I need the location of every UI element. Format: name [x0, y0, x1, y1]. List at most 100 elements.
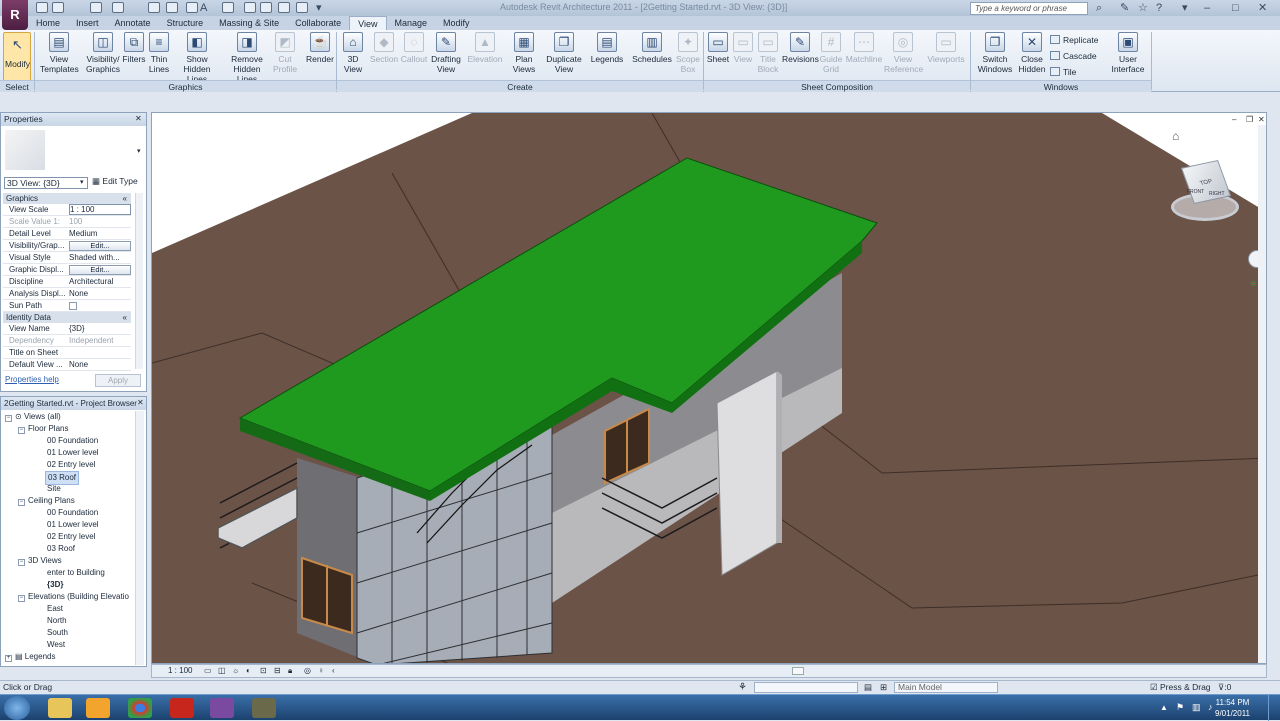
tree-node-ceiling-plans[interactable]: − Ceiling Plans	[18, 495, 75, 507]
start-button[interactable]	[4, 696, 30, 720]
title-block-button[interactable]: ▭ Title Block	[756, 32, 780, 74]
tree-item-elevation[interactable]: East	[47, 603, 63, 615]
cascade-button[interactable]: Cascade	[1050, 51, 1097, 61]
section-button[interactable]: ◆ Section	[369, 32, 399, 64]
minimize-icon[interactable]: –	[1204, 2, 1210, 14]
detail-level-value[interactable]: Medium	[69, 228, 131, 240]
matchline-button[interactable]: ⋯ Matchline	[845, 32, 883, 64]
tree-node-legends[interactable]: + ▤ Legends	[5, 651, 55, 663]
media-player-icon[interactable]	[86, 698, 110, 718]
volume-icon[interactable]: ♪	[1208, 702, 1213, 712]
tab-collaborate[interactable]: Collaborate	[287, 16, 349, 30]
thin-lines-button[interactable]: ≡ Thin Lines	[147, 32, 171, 74]
open-icon[interactable]	[36, 2, 48, 13]
horizontal-scroll-thumb[interactable]	[792, 667, 804, 675]
guide-grid-button[interactable]: # Guide Grid	[819, 32, 843, 74]
tree-item-ceiling-plan[interactable]: 00 Foundation	[47, 507, 98, 519]
close-hidden-button[interactable]: ✕ Close Hidden	[1017, 32, 1047, 74]
network-icon[interactable]: ▥	[1192, 702, 1201, 713]
sun-path-checkbox[interactable]	[69, 302, 77, 310]
properties-scrollbar[interactable]	[135, 193, 143, 369]
tab-modify[interactable]: Modify	[435, 16, 478, 30]
replicate-button[interactable]: Replicate	[1050, 35, 1098, 45]
graphic-display-edit-button[interactable]: Edit...	[69, 265, 131, 275]
home-icon[interactable]: ⌂	[1172, 129, 1179, 143]
view-scale-field[interactable]: 1 : 100	[69, 204, 131, 215]
tree-item-floor-plan[interactable]: 00 Foundation	[47, 435, 98, 447]
redo-icon[interactable]	[112, 2, 124, 13]
visibility-edit-button[interactable]: Edit...	[69, 241, 131, 251]
workset-dropdown[interactable]	[754, 682, 858, 693]
render-button[interactable]: ☕ Render	[304, 32, 336, 64]
viewports-button[interactable]: ▭ Viewports	[926, 32, 966, 64]
help-icon[interactable]: ?	[1156, 2, 1162, 14]
tab-structure[interactable]: Structure	[159, 16, 212, 30]
chevron-down-icon[interactable]: ▾	[137, 147, 141, 155]
revisions-button[interactable]: ✎ Revisions	[782, 32, 819, 64]
view-templates-button[interactable]: ▤ View Templates	[40, 32, 79, 74]
view-scale-control[interactable]: 1 : 100	[168, 665, 192, 677]
analysis-display-value[interactable]: None	[69, 288, 131, 300]
editable-only-icon[interactable]: ▤	[864, 681, 872, 694]
communication-center-icon[interactable]: ✎	[1120, 2, 1129, 14]
customize-toolbar-icon[interactable]: ▾	[316, 2, 322, 14]
tab-view[interactable]: View	[349, 16, 387, 30]
legends-button[interactable]: ▤ Legends	[590, 32, 624, 64]
binoculars-icon[interactable]: ⌕	[1096, 2, 1102, 14]
visual-style-icon[interactable]: ◫	[218, 665, 226, 677]
shadows-icon[interactable]: ◐	[246, 665, 251, 677]
close-icon[interactable]: ✕	[1258, 2, 1267, 14]
design-option-dropdown[interactable]: Main Model	[894, 682, 998, 693]
group-identity-data[interactable]: Identity Data «	[3, 312, 131, 323]
tree-item-floor-plan[interactable]: 01 Lower level	[47, 447, 99, 459]
detail-level-icon[interactable]: ▭	[204, 665, 212, 677]
clock[interactable]: 11:54 PM 9/01/2011	[1215, 697, 1250, 719]
acrobat-icon[interactable]	[170, 698, 194, 718]
3d-default-view-icon[interactable]	[222, 2, 234, 13]
drafting-view-button[interactable]: ✎ Drafting View	[429, 32, 463, 74]
tree-item-ceiling-plan[interactable]: 02 Entry level	[47, 531, 95, 543]
design-options-icon[interactable]: ⊞	[880, 681, 887, 694]
scroll-left-icon[interactable]: ‹	[332, 665, 335, 677]
callout-button[interactable]: ◌ Callout	[399, 32, 429, 64]
application-menu-button[interactable]: R	[2, 0, 28, 30]
tree-node-floor-plans[interactable]: − Floor Plans	[18, 423, 68, 435]
edit-type-button[interactable]: ▦ Edit Type	[92, 176, 138, 187]
show-desktop-button[interactable]	[1268, 695, 1280, 721]
view-close-icon[interactable]: ✕	[1258, 115, 1265, 124]
browser-scrollbar[interactable]	[135, 411, 144, 665]
explorer-icon[interactable]	[48, 698, 72, 718]
sun-icon[interactable]: ☼	[232, 665, 239, 677]
3d-view-button[interactable]: ⌂ 3D View	[340, 32, 366, 74]
revit-icon[interactable]	[210, 698, 234, 718]
press-drag-toggle[interactable]: ☑ Press & Drag	[1150, 681, 1211, 694]
tree-item-elevation[interactable]: South	[47, 627, 68, 639]
search-input[interactable]: Type a keyword or phrase	[970, 2, 1088, 15]
app-icon[interactable]	[252, 698, 276, 718]
dimension-icon[interactable]	[186, 2, 198, 13]
filters-button[interactable]: ⧉ Filters	[122, 32, 146, 64]
close-palette-icon[interactable]: ✕	[135, 114, 142, 123]
view-reference-button[interactable]: ◎ View Reference	[884, 32, 923, 74]
measure-icon[interactable]	[166, 2, 178, 13]
tab-annotate[interactable]: Annotate	[107, 16, 159, 30]
hide-isolate-icon[interactable]: ◎	[304, 665, 311, 677]
tray-arrow-icon[interactable]: ▲	[1160, 703, 1168, 712]
user-interface-button[interactable]: ▣ User Interface	[1108, 32, 1148, 74]
undo-icon[interactable]	[90, 2, 102, 13]
section-icon[interactable]	[244, 2, 256, 13]
viewport-scrollbar-vertical[interactable]	[1258, 125, 1266, 663]
close-palette-icon[interactable]: ✕	[137, 398, 144, 407]
discipline-value[interactable]: Architectural	[69, 276, 131, 288]
cut-profile-button[interactable]: ◩ Cut Profile	[272, 32, 298, 74]
filter-icon[interactable]: ⊽:0	[1218, 681, 1231, 694]
show-crop-icon[interactable]: ⊟	[274, 665, 281, 677]
tab-massing-site[interactable]: Massing & Site	[211, 16, 287, 30]
tree-item-ceiling-plan[interactable]: 03 Roof	[47, 543, 75, 555]
text-icon[interactable]: A	[200, 2, 207, 14]
show-hidden-lines-button[interactable]: ◧ Show Hidden Lines	[173, 32, 221, 84]
favorites-icon[interactable]: ☆	[1138, 2, 1148, 14]
close-hidden-windows-icon[interactable]	[278, 2, 290, 13]
default-view-value[interactable]: None	[69, 359, 131, 371]
drawing-viewport[interactable]: TOP FRONT RIGHT ⌂ ⊕ – ❐ ✕	[151, 112, 1267, 664]
